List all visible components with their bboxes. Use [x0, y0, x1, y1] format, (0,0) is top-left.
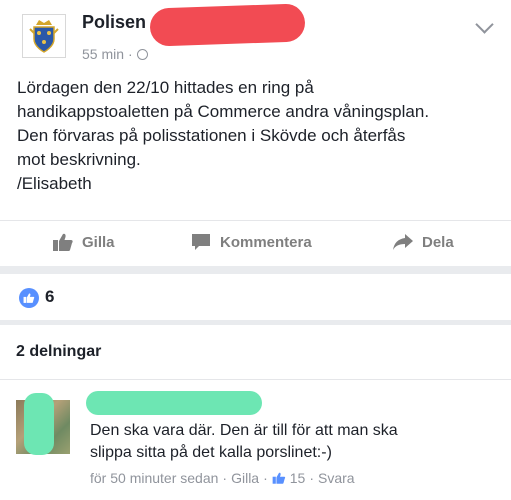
- globe-icon: [136, 48, 148, 60]
- meta-separator: ·: [128, 46, 133, 62]
- meta-separator: ·: [263, 470, 268, 486]
- share-icon: [393, 234, 413, 250]
- post-line: handikappstoaletten på Commerce andra vå…: [17, 102, 430, 121]
- post-card: Polisen 55 min · Lördagen den 22/10 hitt…: [0, 0, 511, 272]
- section-gap: [0, 266, 511, 274]
- post-meta: 55 min ·: [82, 46, 148, 62]
- comment-button[interactable]: Kommentera: [190, 232, 312, 252]
- divider: [0, 379, 511, 380]
- meta-separator: ·: [309, 470, 315, 486]
- post-line: /Elisabeth: [17, 174, 92, 193]
- comment-line: slippa sitta på det kalla porslinet:-): [90, 444, 332, 461]
- redaction-mark: [149, 3, 306, 47]
- post-line: Lördagen den 22/10 hittades en ring på: [17, 78, 314, 97]
- police-emblem-icon: [29, 20, 59, 53]
- post-time[interactable]: 55 min: [82, 46, 124, 62]
- share-button[interactable]: Dela: [392, 232, 454, 252]
- comment-reply-link[interactable]: Svara: [318, 470, 355, 486]
- post-body: Lördagen den 22/10 hittades en ring på h…: [17, 76, 497, 196]
- meta-separator: ·: [222, 470, 228, 486]
- thumbs-up-icon: [272, 472, 285, 484]
- shares-count[interactable]: 2 delningar: [16, 343, 101, 361]
- chevron-down-icon[interactable]: [475, 15, 494, 34]
- comment-meta: för 50 minuter sedan · Gilla · 15 · Svar…: [90, 470, 355, 486]
- reactions-bar[interactable]: 6: [0, 274, 511, 320]
- post-line: Den förvaras på polisstationen i Skövde …: [17, 126, 406, 145]
- post-line: mot beskrivning.: [17, 150, 141, 169]
- like-button[interactable]: Gilla: [52, 232, 115, 252]
- shares-section: 2 delningar Den ska vara där. Den är til…: [0, 325, 511, 500]
- thumbs-up-icon: [53, 233, 73, 251]
- like-reaction-icon: [19, 288, 39, 308]
- page-avatar[interactable]: [22, 14, 66, 58]
- comment-line: Den ska vara där. Den är till för att ma…: [90, 422, 398, 439]
- comment-label: Kommentera: [220, 233, 312, 251]
- comment-like-link[interactable]: Gilla: [231, 470, 259, 486]
- like-label: Gilla: [82, 233, 115, 251]
- divider: [0, 220, 511, 221]
- comment-body: Den ska vara där. Den är till för att ma…: [90, 420, 500, 464]
- redaction-mark: [86, 391, 262, 415]
- redaction-mark: [24, 393, 54, 455]
- reaction-count: 6: [45, 287, 55, 306]
- comment-like-count: 15: [289, 470, 306, 486]
- share-label: Dela: [422, 233, 454, 251]
- comment-icon: [192, 234, 210, 250]
- comment-time[interactable]: för 50 minuter sedan: [90, 470, 218, 486]
- page-name[interactable]: Polisen: [82, 12, 146, 33]
